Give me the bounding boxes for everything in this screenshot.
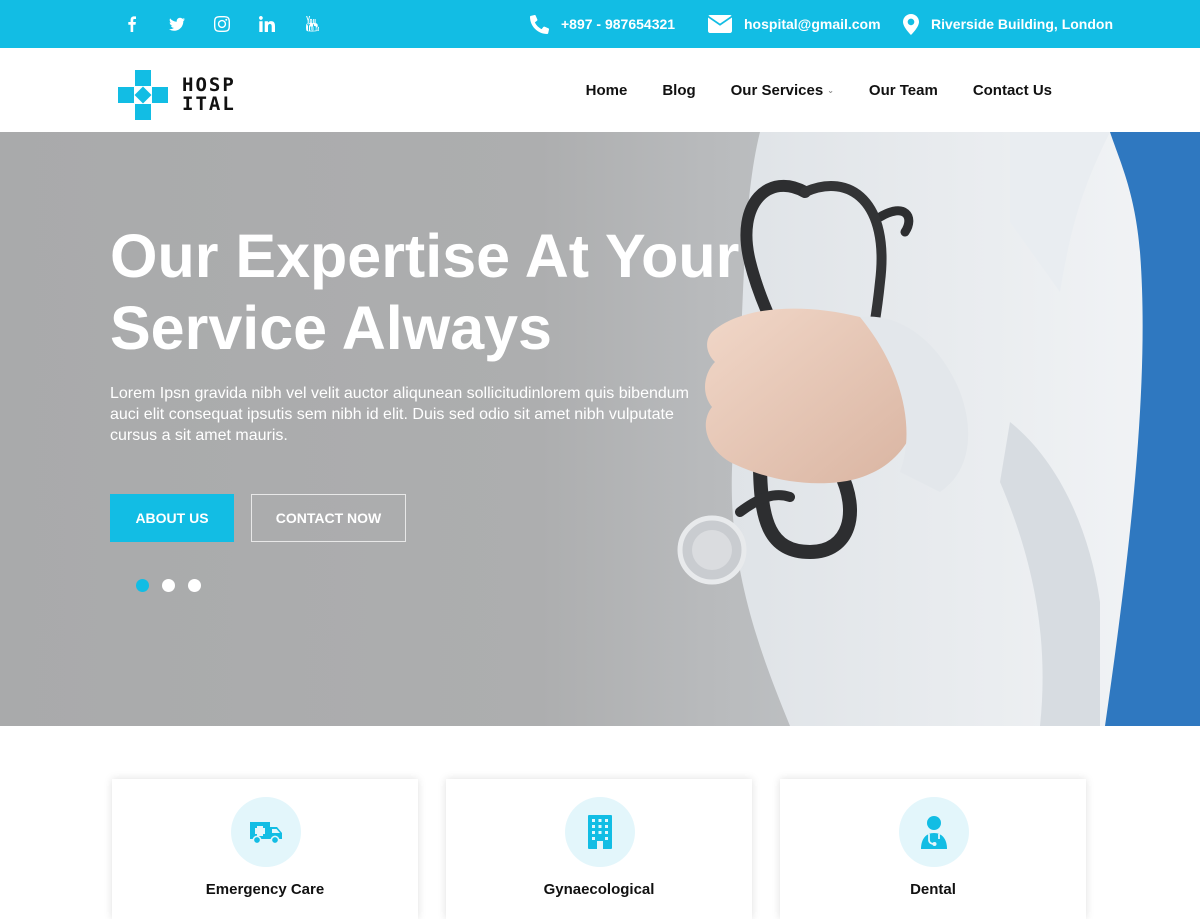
contact-phone[interactable]: +897 - 987654321 — [530, 0, 675, 48]
youtube-icon[interactable] — [302, 15, 321, 34]
service-title: Gynaecological — [543, 881, 655, 898]
service-title: Dental — [910, 881, 956, 898]
hero-title-line-2: Service Always — [110, 294, 552, 362]
doctor-icon — [899, 797, 969, 867]
top-bar: +897 - 987654321 hospital@gmail.com Rive… — [0, 0, 1200, 48]
medical-cross-logo-icon — [118, 70, 168, 120]
building-icon — [565, 797, 635, 867]
nav-contact-us[interactable]: Contact Us — [973, 82, 1052, 99]
service-card-emergency-care[interactable]: Emergency Care — [112, 779, 418, 919]
site-header: HOSP ITAL Home Blog Our Services ⌄ Our T… — [0, 48, 1200, 132]
slider-dot-1[interactable] — [136, 579, 149, 592]
twitter-icon[interactable] — [167, 15, 186, 34]
about-us-button[interactable]: ABOUT US — [110, 494, 234, 542]
nav-blog[interactable]: Blog — [662, 82, 695, 99]
contact-now-button[interactable]: CONTACT NOW — [251, 494, 406, 542]
email-address: hospital@gmail.com — [744, 16, 881, 32]
logo-text: HOSP ITAL — [182, 76, 236, 114]
hero-title-line-1: Our Expertise At Your — [110, 222, 740, 290]
chevron-down-icon: ⌄ — [827, 85, 834, 95]
site-logo[interactable]: HOSP ITAL — [118, 70, 236, 120]
slider-dot-3[interactable] — [188, 579, 201, 592]
contact-email[interactable]: hospital@gmail.com — [708, 0, 881, 48]
slider-dot-2[interactable] — [162, 579, 175, 592]
nav-our-services[interactable]: Our Services ⌄ — [731, 82, 834, 99]
contact-address[interactable]: Riverside Building, London — [903, 0, 1113, 48]
phone-icon — [530, 14, 549, 34]
social-links — [122, 0, 321, 48]
hero-description: Lorem Ipsn gravida nibh vel velit auctor… — [110, 385, 689, 444]
location-pin-icon — [903, 13, 919, 35]
nav-home[interactable]: Home — [586, 82, 628, 99]
service-card-dental[interactable]: Dental — [780, 779, 1086, 919]
ambulance-icon — [231, 797, 301, 867]
address-text: Riverside Building, London — [931, 16, 1113, 32]
logo-line-2: ITAL — [182, 93, 236, 115]
linkedin-icon[interactable] — [257, 15, 276, 34]
service-title: Emergency Care — [205, 881, 325, 898]
instagram-icon[interactable] — [212, 15, 231, 34]
envelope-icon — [708, 15, 732, 33]
facebook-icon[interactable] — [122, 15, 141, 34]
hero-slider: Our Expertise At Your Service Always Lor… — [0, 132, 1200, 726]
phone-number: +897 - 987654321 — [561, 16, 676, 32]
nav-our-services-label: Our Services — [730, 81, 824, 99]
nav-our-team[interactable]: Our Team — [869, 82, 938, 99]
hero-title: Our Expertise At Your Service Always — [110, 220, 810, 364]
service-card-gynaecological[interactable]: Gynaecological — [446, 779, 752, 919]
slider-dots — [136, 579, 201, 592]
main-nav: Home Blog Our Services ⌄ Our Team Contac… — [586, 48, 1052, 132]
